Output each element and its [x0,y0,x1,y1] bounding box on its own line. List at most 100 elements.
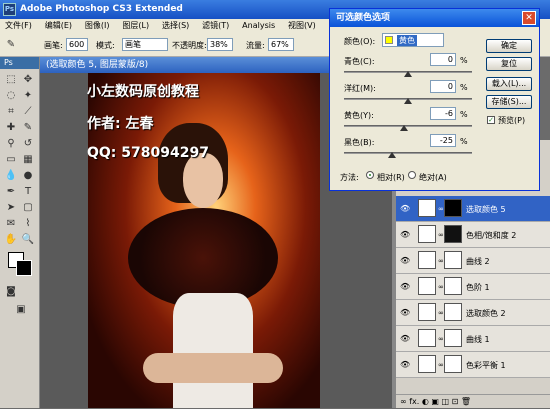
layer-mask-thumbnail[interactable] [444,225,462,243]
gradient-icon[interactable]: ▦ [21,153,35,167]
menu-select[interactable]: 选择(S) [157,19,194,33]
magenta-unit: % [460,83,468,92]
type-icon[interactable]: T [21,185,35,199]
layer-row[interactable]: 👁 ∞ 色阶 1 [396,274,550,300]
quick-mask-icon[interactable]: ◙ [4,285,18,299]
layer-row[interactable]: 👁 ∞ 色彩平衡 1 [396,352,550,378]
adjustment-icon [418,225,436,243]
layer-mask-thumbnail[interactable] [444,251,462,269]
brush-icon[interactable]: ✎ [21,121,35,135]
layer-mask-thumbnail[interactable] [444,199,462,217]
path-select-icon[interactable]: ➤ [4,201,18,215]
absolute-label[interactable]: 绝对(A) [419,172,447,183]
hand-icon[interactable]: ✋ [4,233,18,247]
menu-view[interactable]: 视图(V) [283,19,321,33]
menu-analysis[interactable]: Analysis [237,19,280,33]
black-slider[interactable] [344,152,472,154]
layer-row[interactable]: 👁 ∞ 曲线 2 [396,248,550,274]
move-icon[interactable]: ✥ [21,73,35,87]
eye-icon[interactable]: 👁 [400,204,410,214]
layer-mask-thumbnail[interactable] [444,329,462,347]
yellow-slider[interactable] [344,125,472,127]
blur-icon[interactable]: 💧 [4,169,18,183]
layer-row[interactable]: 👁 ∞ 曲线 1 [396,326,550,352]
menu-file[interactable]: 文件(F) [0,19,37,33]
layer-mask-thumbnail[interactable] [444,277,462,295]
photo-arms [143,353,283,383]
black-slider-thumb[interactable] [388,152,396,158]
menu-layer[interactable]: 图层(L) [117,19,154,33]
close-icon[interactable]: ✕ [522,11,536,25]
magenta-label: 洋红(M): [344,84,376,93]
layers-footer-toolbar[interactable]: ∞ fx. ◐ ▣ ◫ ⊡ 🗑 [396,394,550,408]
pen-icon[interactable]: ✒ [4,185,18,199]
layer-row[interactable]: 👁 ∞ 选取颜色 5 [396,196,550,222]
method-label: 方法: [340,173,359,182]
layer-row[interactable]: 👁 ∞ 选取颜色 2 [396,300,550,326]
layer-name: 色彩平衡 1 [466,361,506,370]
lasso-icon[interactable]: ◌ [4,89,18,103]
zoom-icon[interactable]: 🔍 [21,233,35,247]
magic-wand-icon[interactable]: ✦ [21,89,35,103]
stamp-icon[interactable]: ⚲ [4,137,18,151]
screen-mode-icon[interactable]: ▣ [14,303,28,317]
crop-icon[interactable]: ⌗ [4,105,18,119]
mode-select[interactable]: 画笔 [122,38,168,51]
brush-size-picker[interactable]: 600 [66,38,88,51]
layer-mask-thumbnail[interactable] [444,303,462,321]
eye-icon[interactable]: 👁 [400,308,410,318]
cyan-input[interactable]: 0 [430,53,456,66]
opacity-input[interactable]: 38% [207,38,233,51]
foreground-color-swatch[interactable] [16,260,32,276]
adjustment-icon [418,251,436,269]
load-button[interactable]: 载入(L)... [486,77,532,91]
black-input[interactable]: -25 [430,134,456,147]
marquee-icon[interactable]: ⬚ [4,73,18,87]
link-icon: ∞ [438,205,444,213]
preview-label[interactable]: 预览(P) [498,115,525,126]
selective-color-dialog: 可选颜色选项 ✕ 颜色(O): 黄色 青色(C): 0 % 洋红(M): 0 %… [329,8,540,191]
absolute-radio[interactable] [408,171,416,179]
link-icon: ∞ [438,309,444,317]
layer-mask-thumbnail[interactable] [444,355,462,373]
healing-icon[interactable]: ✚ [4,121,18,135]
black-unit: % [460,137,468,146]
layer-row[interactable]: 👁 ∞ 色相/饱和度 2 [396,222,550,248]
eye-icon[interactable]: 👁 [400,282,410,292]
preview-checkbox[interactable]: ✓ [487,116,495,124]
notes-icon[interactable]: ✉ [4,217,18,231]
ok-button[interactable]: 确定 [486,39,532,53]
cyan-slider-thumb[interactable] [404,71,412,77]
yellow-slider-thumb[interactable] [400,125,408,131]
yellow-input[interactable]: -6 [430,107,456,120]
save-button[interactable]: 存储(S)... [486,95,532,109]
eye-icon[interactable]: 👁 [400,256,410,266]
brush-tool-icon[interactable]: ✎ [4,38,18,52]
slice-icon[interactable]: ⟋ [21,105,35,119]
eye-icon[interactable]: 👁 [400,230,410,240]
flow-label: 流量: [246,41,265,50]
layer-name: 选取颜色 5 [466,205,506,214]
magenta-input[interactable]: 0 [430,80,456,93]
dodge-icon[interactable]: ● [21,169,35,183]
eyedropper-icon[interactable]: ⌇ [21,217,35,231]
black-label: 黑色(B): [344,138,375,147]
flow-input[interactable]: 67% [268,38,294,51]
eye-icon[interactable]: 👁 [400,334,410,344]
menu-image[interactable]: 图像(I) [80,19,115,33]
eye-icon[interactable]: 👁 [400,360,410,370]
color-select[interactable]: 黄色 [382,33,444,47]
relative-radio[interactable] [366,171,374,179]
menu-filter[interactable]: 滤镜(T) [197,19,234,33]
magenta-slider-thumb[interactable] [404,98,412,104]
relative-label[interactable]: 相对(R) [377,172,405,183]
layer-name: 曲线 2 [466,257,490,266]
photo-face [183,153,223,208]
menu-edit[interactable]: 编辑(E) [40,19,77,33]
toolbox: Ps ⬚ ✥ ◌ ✦ ⌗ ⟋ ✚ ✎ ⚲ ↺ ▭ ▦ 💧 ● ✒ T ➤ ▢ ✉… [0,57,40,408]
eraser-icon[interactable]: ▭ [4,153,18,167]
shape-icon[interactable]: ▢ [21,201,35,215]
history-brush-icon[interactable]: ↺ [21,137,35,151]
reset-button[interactable]: 复位 [486,57,532,71]
overlay-qq: QQ: 578094297 [87,145,209,161]
